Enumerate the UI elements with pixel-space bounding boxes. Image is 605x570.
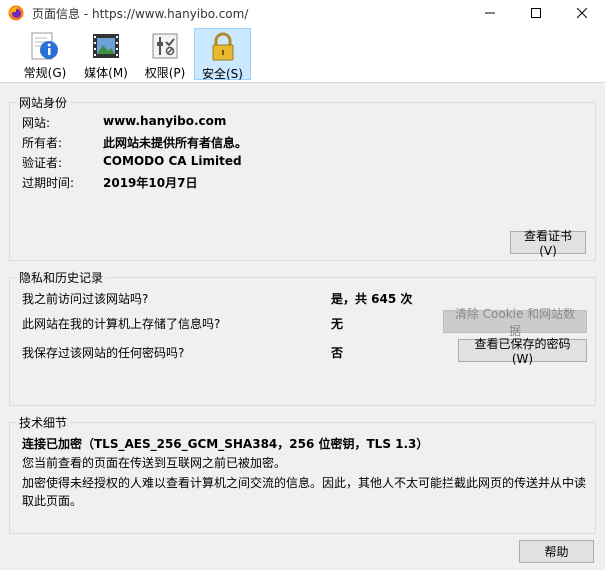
stored-data-answer: 无 [331, 317, 344, 331]
verifier-label: 验证者: [22, 156, 63, 170]
close-button[interactable] [559, 0, 605, 26]
tab-security[interactable]: 安全(S) [194, 28, 251, 81]
encryption-note: 您当前查看的页面在传送到互联网之前已被加密。 [22, 456, 287, 470]
saved-password-question: 我保存过该网站的任何密码吗? [22, 346, 185, 360]
tab-general[interactable]: 常规(G) [20, 28, 70, 80]
firefox-icon [8, 5, 24, 21]
privacy-group-title: 隐私和历史记录 [16, 269, 107, 286]
minimize-button[interactable] [467, 0, 513, 26]
tab-toolbar: 常规(G) 媒体(M) 权限(P) 安全(S) [0, 26, 605, 83]
help-button[interactable]: 帮助 [519, 540, 594, 563]
owner-value: 此网站未提供所有者信息。 [103, 136, 248, 150]
view-certificate-button[interactable]: 查看证书(V) [510, 229, 586, 258]
maximize-button[interactable] [513, 0, 559, 26]
view-saved-passwords-button[interactable]: 查看已保存的密码(W) [458, 337, 587, 366]
lock-icon [212, 32, 233, 61]
identity-group: 网站身份 网站: www.hanyibo.com 所有者: 此网站未提供所有者信… [9, 94, 596, 261]
clear-cookies-button[interactable]: 清除 Cookie 和网站数据 [443, 307, 587, 338]
owner-label: 所有者: [22, 136, 63, 150]
website-label: 网站: [22, 116, 51, 130]
website-value: www.hanyibo.com [103, 114, 227, 128]
identity-group-title: 网站身份 [16, 94, 71, 111]
saved-password-answer: 否 [331, 346, 344, 360]
tab-permissions[interactable]: 权限(P) [140, 28, 190, 80]
minimize-icon [485, 12, 495, 14]
privacy-group: 隐私和历史记录 我之前访问过该网站吗? 是，共 645 次 此网站在我的计算机上… [9, 269, 596, 406]
info-icon [31, 32, 58, 60]
verifier-value: COMODO CA Limited [103, 154, 242, 168]
permissions-icon [152, 33, 178, 59]
visited-answer: 是，共 645 次 [331, 292, 413, 306]
close-icon [577, 8, 587, 18]
connection-encryption: 连接已加密（TLS_AES_256_GCM_SHA384，256 位密钥，TLS… [22, 437, 429, 451]
maximize-icon [531, 8, 541, 18]
encryption-explanation: 加密使得未经授权的人难以查看计算机之间交流的信息。因此，其他人不太可能拦截此网页… [22, 476, 587, 508]
media-icon [93, 34, 119, 58]
visited-question: 我之前访问过该网站吗? [22, 292, 149, 306]
expiry-label: 过期时间: [22, 176, 75, 190]
tech-details-group: 技术细节 连接已加密（TLS_AES_256_GCM_SHA384，256 位密… [9, 414, 596, 534]
expiry-value: 2019年10月7日 [103, 176, 198, 190]
window-title: 页面信息 - https://www.hanyibo.com/ [32, 6, 249, 21]
tab-media[interactable]: 媒体(M) [80, 28, 132, 80]
tech-details-group-title: 技术细节 [16, 414, 71, 431]
stored-data-question: 此网站在我的计算机上存储了信息吗? [22, 317, 221, 331]
title-bar: 页面信息 - https://www.hanyibo.com/ [0, 0, 605, 26]
